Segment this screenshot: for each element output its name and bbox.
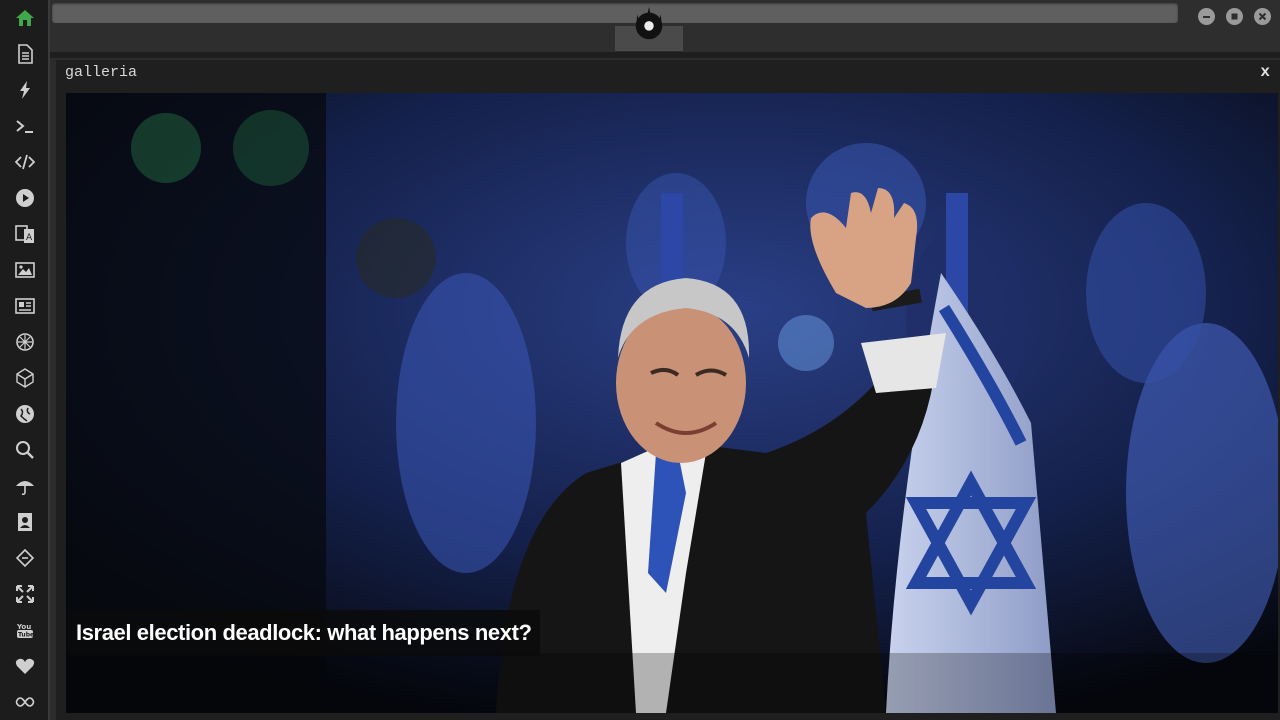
code-icon[interactable]: [12, 149, 38, 175]
play-icon[interactable]: [12, 185, 38, 211]
umbrella-icon[interactable]: [12, 473, 38, 499]
rebel-icon[interactable]: [12, 329, 38, 355]
youtube-icon[interactable]: You Tube: [12, 617, 38, 643]
terminal-icon[interactable]: [12, 113, 38, 139]
sidebar: A You Tube: [0, 0, 50, 720]
panel-title: galleria: [65, 64, 138, 81]
panel-close-button[interactable]: x: [1260, 63, 1270, 81]
heart-icon[interactable]: [12, 653, 38, 679]
svg-text:Tube: Tube: [18, 632, 34, 639]
translate-icon[interactable]: A: [12, 221, 38, 247]
expand-icon[interactable]: [12, 581, 38, 607]
gallery-caption: Israel election deadlock: what happens n…: [68, 610, 540, 656]
document-icon[interactable]: [12, 41, 38, 67]
top-bar: [50, 0, 1280, 52]
polyhedron-icon[interactable]: [12, 365, 38, 391]
divider: [50, 52, 1280, 58]
svg-text:You: You: [16, 623, 31, 631]
maximize-button[interactable]: [1226, 8, 1243, 25]
lightning-icon[interactable]: [12, 77, 38, 103]
close-window-button[interactable]: [1254, 8, 1271, 25]
diamond-code-icon[interactable]: [12, 545, 38, 571]
minimize-button[interactable]: [1198, 8, 1215, 25]
address-bar[interactable]: [52, 3, 1178, 23]
gallery-image[interactable]: Israel election deadlock: what happens n…: [66, 93, 1278, 713]
image-icon[interactable]: [12, 257, 38, 283]
contact-book-icon[interactable]: [12, 509, 38, 535]
newspaper-icon[interactable]: [12, 293, 38, 319]
infinity-icon[interactable]: [12, 689, 38, 715]
galleria-panel: galleria x Israel election deadlock: wha…: [56, 60, 1280, 720]
search-icon[interactable]: [12, 437, 38, 463]
rebel-alliance-logo-icon: [630, 5, 668, 43]
globe-icon[interactable]: [12, 401, 38, 427]
svg-text:A: A: [26, 233, 33, 243]
home-icon[interactable]: [12, 5, 38, 31]
